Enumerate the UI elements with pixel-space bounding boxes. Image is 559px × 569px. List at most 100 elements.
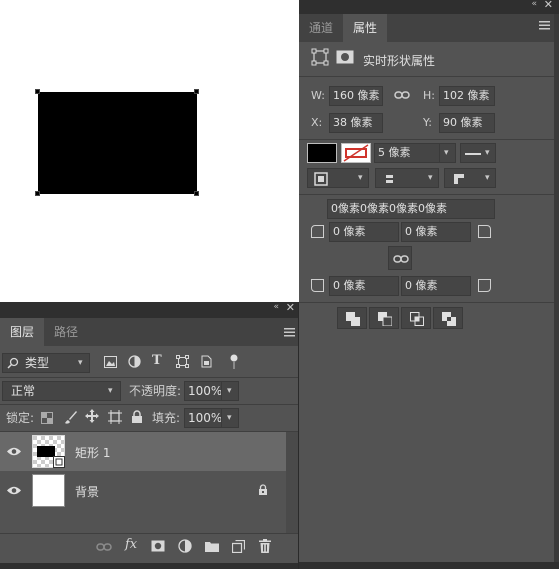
dropdown-divider xyxy=(221,382,222,400)
panel-split xyxy=(298,302,299,569)
collapse-icon[interactable]: « xyxy=(531,0,537,9)
layers-panel: 图层 路径 类型 ▾ T 正常 ▾ 不透明度: 100% ▾ 锁定: 填充: 10… xyxy=(0,318,299,563)
stroke-cap-dropdown[interactable]: ▾ xyxy=(375,168,439,188)
filter-kind-dropdown[interactable]: 类型 ▾ xyxy=(2,353,90,373)
solid-line-icon xyxy=(465,153,481,155)
width-label: W: xyxy=(311,89,325,102)
rectangle-shape[interactable] xyxy=(38,92,197,194)
y-field[interactable]: 90 像素 xyxy=(439,113,495,133)
layers-panel-bottom xyxy=(0,563,299,569)
width-field[interactable]: 160 像素 xyxy=(329,86,383,106)
filter-toggle-icon[interactable] xyxy=(230,354,238,370)
tab-layers[interactable]: 图层 xyxy=(0,318,45,346)
opacity-field[interactable]: 100% ▾ xyxy=(184,381,239,401)
properties-panel-bottom xyxy=(299,562,559,569)
transform-handle[interactable] xyxy=(194,89,199,94)
filter-kind-label: 类型 xyxy=(25,356,50,370)
chevron-down-icon: ▾ xyxy=(358,173,363,183)
lock-image-brush-icon[interactable] xyxy=(64,410,78,424)
delete-layer-trash-icon[interactable] xyxy=(259,539,271,553)
close-icon[interactable]: ✕ xyxy=(544,0,553,11)
corner-bottom-left-field[interactable]: 0 像素 xyxy=(329,276,399,296)
divider xyxy=(299,139,554,140)
search-icon xyxy=(7,357,19,369)
blend-mode-dropdown[interactable]: 正常 ▾ xyxy=(2,381,121,401)
panel-menu-icon[interactable] xyxy=(284,327,295,337)
stroke-align-dropdown[interactable]: ▾ xyxy=(307,168,369,188)
exclude-overlap-button[interactable] xyxy=(433,307,463,329)
tab-properties[interactable]: 属性 xyxy=(343,14,388,42)
eye-icon[interactable] xyxy=(6,485,22,496)
lock-artboard-icon[interactable] xyxy=(108,410,122,424)
adjustment-filter-icon[interactable] xyxy=(128,355,141,368)
corner-bottom-left-icon xyxy=(311,279,324,292)
divider xyxy=(299,302,554,303)
x-field[interactable]: 38 像素 xyxy=(329,113,383,133)
tab-channels[interactable]: 通道 xyxy=(299,14,343,42)
chevron-down-icon: ▾ xyxy=(485,148,490,158)
corner-bottom-right-icon xyxy=(478,279,491,292)
layer-row-background[interactable]: 背景 xyxy=(0,471,286,510)
smart-object-filter-icon[interactable] xyxy=(200,355,213,368)
combine-shapes-button[interactable] xyxy=(337,307,367,329)
stroke-type-dropdown[interactable]: ▾ xyxy=(460,143,496,163)
stroke-align-icon xyxy=(314,172,328,186)
stroke-width-dropdown[interactable]: 5 像素 ▾ xyxy=(374,143,456,163)
corner-top-right-icon xyxy=(478,225,491,238)
stroke-join-icon xyxy=(453,173,465,185)
opacity-value: 100% xyxy=(188,384,223,398)
close-icon[interactable]: ✕ xyxy=(286,301,295,314)
type-filter-icon[interactable]: T xyxy=(152,353,162,368)
transform-handle[interactable] xyxy=(194,191,199,196)
panel-menu-icon[interactable] xyxy=(539,20,550,30)
stroke-swatch[interactable] xyxy=(341,143,371,163)
adjustment-layer-icon[interactable] xyxy=(178,539,192,553)
layer-name: 矩形 1 xyxy=(75,446,111,460)
stroke-join-dropdown[interactable]: ▾ xyxy=(444,168,496,188)
new-layer-icon[interactable] xyxy=(232,540,245,553)
layer-row-rectangle[interactable]: 矩形 1 xyxy=(0,432,286,471)
new-group-folder-icon[interactable] xyxy=(205,540,219,552)
pixel-filter-icon[interactable] xyxy=(104,356,117,368)
tab-paths[interactable]: 路径 xyxy=(44,318,88,346)
document-canvas[interactable] xyxy=(0,0,299,302)
properties-panel-topbar: « ✕ xyxy=(299,0,559,14)
divider xyxy=(0,377,299,378)
eye-icon[interactable] xyxy=(6,446,22,457)
all-corners-field[interactable]: 0像素0像素0像素0像素 xyxy=(327,199,495,219)
y-label: Y: xyxy=(423,116,432,129)
transform-handle[interactable] xyxy=(35,89,40,94)
lock-all-icon[interactable] xyxy=(131,410,143,424)
opacity-label: 不透明度: xyxy=(129,384,182,398)
lock-icon xyxy=(258,484,268,496)
height-field[interactable]: 102 像素 xyxy=(439,86,495,106)
fx-icon[interactable]: fx xyxy=(125,537,137,552)
intersect-shapes-button[interactable] xyxy=(401,307,431,329)
transform-handle[interactable] xyxy=(35,191,40,196)
add-mask-icon[interactable] xyxy=(151,540,165,552)
shape-filter-icon[interactable] xyxy=(176,355,189,368)
lock-transparent-icon[interactable] xyxy=(41,412,53,424)
corner-top-left-icon xyxy=(311,225,324,238)
divider xyxy=(299,194,554,195)
collapse-icon[interactable]: « xyxy=(273,302,279,312)
corner-top-left-field[interactable]: 0 像素 xyxy=(329,222,399,242)
link-icon xyxy=(393,253,409,265)
subtract-shape-button[interactable] xyxy=(369,307,399,329)
properties-tabbar: 通道 属性 xyxy=(299,14,554,42)
chevron-down-icon: ▾ xyxy=(485,173,490,183)
lock-position-move-icon[interactable] xyxy=(85,409,99,423)
chevron-down-icon: ▾ xyxy=(227,386,232,396)
layers-tabbar: 图层 路径 xyxy=(0,318,299,346)
link-dimensions-icon[interactable] xyxy=(394,89,410,101)
exclude-overlap-icon xyxy=(442,312,456,326)
link-corners-button[interactable] xyxy=(388,246,412,270)
chevron-down-icon: ▾ xyxy=(444,148,449,158)
fill-value: 100% xyxy=(188,411,223,425)
corner-top-right-field[interactable]: 0 像素 xyxy=(401,222,471,242)
corner-bottom-right-field[interactable]: 0 像素 xyxy=(401,276,471,296)
link-layers-icon[interactable] xyxy=(96,542,112,552)
fill-swatch[interactable] xyxy=(307,143,337,163)
mask-icon[interactable] xyxy=(336,50,354,64)
fill-field[interactable]: 100% ▾ xyxy=(184,408,239,428)
